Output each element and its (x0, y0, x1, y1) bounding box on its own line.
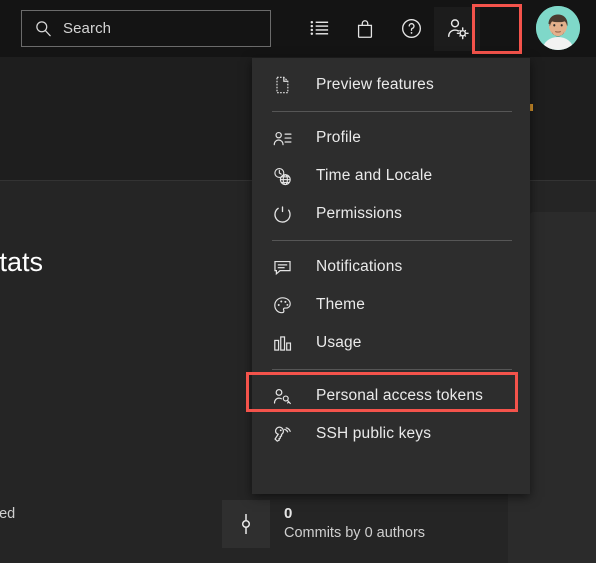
stat-caption: Commits by 0 authors (284, 525, 426, 541)
help-question-icon (400, 17, 423, 40)
menu-item-preview-features[interactable]: Preview features (252, 66, 530, 104)
menu-item-notifications[interactable]: Notifications (252, 248, 530, 286)
stat-text: 0 Commits by 0 authors (284, 505, 425, 543)
profile-contact-icon (272, 128, 302, 149)
menu-item-label: Preview features (316, 76, 434, 93)
stat-number: 0 (284, 505, 293, 522)
commit-icon (234, 512, 258, 536)
user-settings-button[interactable] (434, 6, 480, 51)
menu-item-label: SSH public keys (316, 425, 432, 442)
app-root: stats items created (0, 0, 596, 563)
stat-text: equests opened (0, 504, 15, 524)
person-key-icon (272, 386, 302, 407)
menu-item-profile[interactable]: Profile (252, 119, 530, 157)
menu-item-personal-access-tokens[interactable]: Personal access tokens (246, 372, 530, 415)
commit-icon-tile (222, 500, 270, 548)
search-input[interactable]: Search (21, 10, 271, 47)
menu-item-label: Profile (316, 129, 361, 146)
usage-bar-chart-icon (272, 333, 302, 354)
menu-item-label: Theme (316, 296, 365, 313)
search-placeholder: Search (63, 20, 112, 37)
page-title: stats (0, 247, 44, 277)
menu-item-ssh-public-keys[interactable]: SSH public keys (252, 415, 530, 453)
menu-item-label: Time and Locale (316, 167, 433, 184)
ssh-key-icon (272, 424, 302, 445)
stat-caption: equests opened (0, 506, 16, 522)
menu-item-theme[interactable]: Theme (252, 286, 530, 324)
menu-item-permissions[interactable]: Permissions (252, 195, 530, 233)
menu-item-label: Personal access tokens (316, 387, 483, 404)
search-icon (34, 19, 53, 38)
menu-separator (272, 369, 512, 370)
stat-commits: 0 Commits by 0 authors (222, 500, 425, 548)
user-settings-menu: Preview features Profile Time and Locale… (246, 58, 530, 494)
refresh-circle-icon (272, 204, 302, 225)
menu-item-label: Usage (316, 334, 362, 351)
header-icon-group (296, 0, 480, 57)
backlog-list-icon (308, 17, 331, 40)
clock-globe-icon (272, 166, 302, 187)
stat-pull-requests: equests opened (0, 490, 15, 538)
menu-separator (272, 240, 512, 241)
avatar[interactable] (536, 6, 580, 50)
menu-item-usage[interactable]: Usage (252, 324, 530, 362)
menu-item-time-and-locale[interactable]: Time and Locale (252, 157, 530, 195)
theme-palette-icon (272, 295, 302, 316)
menu-separator (272, 111, 512, 112)
backlog-list-button[interactable] (296, 7, 342, 51)
preview-document-icon (272, 75, 302, 95)
notification-message-icon (272, 257, 302, 278)
shopping-bag-icon (354, 18, 376, 40)
help-button[interactable] (388, 7, 434, 51)
menu-item-label: Permissions (316, 205, 403, 222)
marketplace-button[interactable] (342, 7, 388, 51)
menu-item-label: Notifications (316, 258, 403, 275)
user-settings-icon (445, 16, 470, 41)
top-header: Search (0, 0, 596, 57)
